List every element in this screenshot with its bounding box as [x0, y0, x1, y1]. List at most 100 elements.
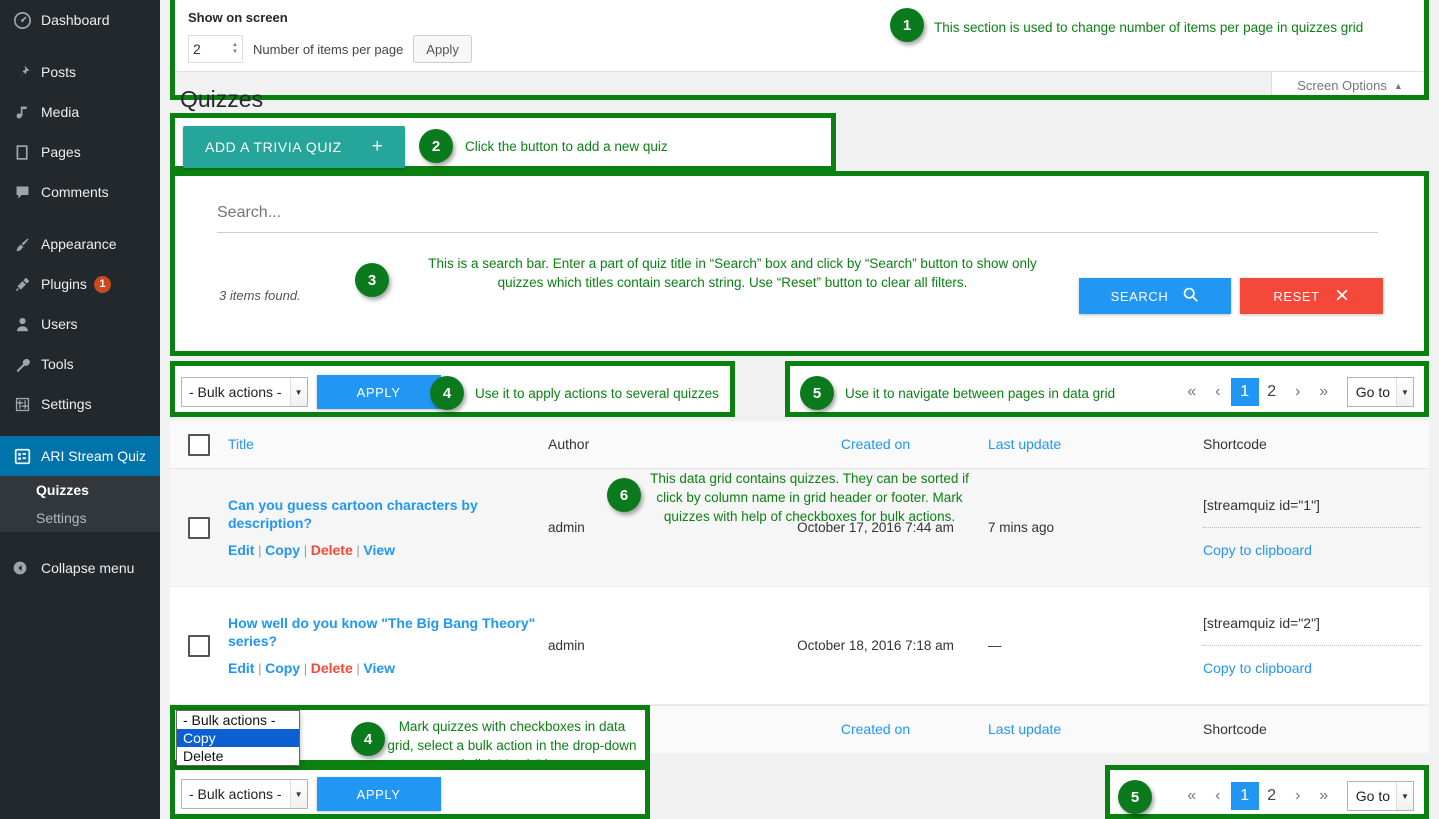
sidebar-item-label: Pages	[41, 144, 81, 160]
brush-icon	[12, 234, 32, 254]
pagination-bottom: « ‹ 1 2 › » Go to ▼	[1179, 781, 1414, 811]
pagination-prev-button[interactable]: ‹	[1205, 378, 1231, 406]
bulk-option-none[interactable]: - Bulk actions -	[177, 711, 299, 729]
row-shortcode-value: [streamquiz id="2"]	[1203, 615, 1320, 631]
row-action-copy[interactable]: Copy	[265, 660, 300, 676]
search-input[interactable]	[217, 200, 1378, 233]
pagination-page-2[interactable]: 2	[1259, 378, 1285, 406]
sidebar-item-pages[interactable]: Pages	[0, 132, 160, 172]
column-footer-last-update[interactable]: Last update	[988, 721, 1203, 739]
sidebar-item-appearance[interactable]: Appearance	[0, 224, 160, 264]
bulk-apply-button-bottom[interactable]: APPLY	[316, 777, 441, 811]
search-button[interactable]: SEARCH	[1079, 278, 1231, 314]
column-header-last-update[interactable]: Last update	[988, 436, 1203, 454]
pagination-first-button[interactable]: «	[1179, 378, 1205, 406]
sidebar-item-users[interactable]: Users	[0, 304, 160, 344]
user-icon	[12, 314, 32, 334]
annotation-box-5-bottom: 5 « ‹ 1 2 › » Go to ▼	[1105, 765, 1429, 819]
search-card: 3 items found. SEARCH RESET 3 This is a …	[175, 176, 1424, 351]
row-action-delete[interactable]: Delete	[311, 660, 353, 676]
row-action-delete[interactable]: Delete	[311, 542, 353, 558]
column-header-shortcode-label: Shortcode	[1203, 435, 1267, 452]
goto-page-select[interactable]: Go to ▼	[1346, 781, 1414, 811]
dashboard-icon	[12, 10, 32, 30]
bulk-actions-select-bottom[interactable]: - Bulk actions - ▼	[181, 779, 308, 809]
quiz-title-link[interactable]: How well do you know "The Big Bang Theor…	[228, 615, 535, 649]
bulk-option-copy[interactable]: Copy	[177, 729, 299, 747]
annotation-marker-5-top: 5	[800, 376, 834, 410]
pagination-page-2[interactable]: 2	[1259, 782, 1285, 810]
select-all-checkbox[interactable]	[188, 433, 210, 456]
row-action-view[interactable]: View	[363, 660, 395, 676]
annotation-text-4-top: Use it to apply actions to several quizz…	[475, 386, 719, 401]
annotation-marker-4-bottom: 4	[351, 722, 385, 756]
close-icon	[1334, 287, 1350, 306]
annotation-text-6: This data grid contains quizzes. They ca…	[650, 471, 969, 524]
goto-page-select[interactable]: Go to ▼	[1346, 377, 1414, 407]
sidebar-item-posts[interactable]: Posts	[0, 52, 160, 92]
pagination-page-1[interactable]: 1	[1230, 378, 1259, 406]
sidebar-item-tools[interactable]: Tools	[0, 344, 160, 384]
row-select-checkbox[interactable]	[188, 516, 210, 539]
chevron-down-icon: ▼	[289, 780, 307, 808]
bulk-actions-dropdown-open[interactable]: - Bulk actions - Copy Delete	[176, 710, 300, 766]
sidebar-subitem-quizzes[interactable]: Quizzes	[0, 476, 160, 504]
row-author: admin	[548, 638, 585, 653]
chevron-down-icon: ▼	[289, 378, 307, 406]
search-icon	[1182, 286, 1199, 306]
annotation-marker-4-top: 4	[430, 376, 464, 410]
bulk-actions-select-top[interactable]: - Bulk actions - ▼	[181, 377, 308, 407]
collapse-menu-button[interactable]: Collapse menu	[0, 548, 160, 588]
pagination-first-button[interactable]: «	[1179, 782, 1205, 810]
row-action-edit[interactable]: Edit	[228, 660, 254, 676]
sidebar-item-comments[interactable]: Comments	[0, 172, 160, 212]
pagination-last-button[interactable]: »	[1311, 378, 1337, 406]
bulk-actions-toolbar-top: - Bulk actions - ▼ APPLY	[181, 375, 441, 409]
row-select-checkbox[interactable]	[188, 634, 210, 657]
annotation-box-3: 3 items found. SEARCH RESET 3 This is a …	[170, 171, 1429, 356]
media-icon	[12, 102, 32, 122]
sidebar-item-dashboard[interactable]: Dashboard	[0, 0, 160, 40]
annotation-marker-3: 3	[355, 263, 389, 297]
annotation-box-bulk-bottom: - Bulk actions - ▼ APPLY	[170, 765, 650, 819]
quiz-title-link[interactable]: Can you guess cartoon characters by desc…	[228, 497, 478, 531]
pagination-page-1[interactable]: 1	[1230, 782, 1259, 810]
sidebar-divider	[0, 424, 160, 436]
pagination-prev-button[interactable]: ‹	[1205, 782, 1231, 810]
sidebar-item-settings[interactable]: Settings	[0, 384, 160, 424]
grid-icon	[12, 446, 32, 466]
pagination-next-button[interactable]: ›	[1285, 378, 1311, 406]
column-header-title[interactable]: Title	[228, 436, 548, 454]
annotation-marker-5-bottom: 5	[1118, 780, 1152, 814]
row-action-copy[interactable]: Copy	[265, 542, 300, 558]
row-action-view[interactable]: View	[363, 542, 395, 558]
goto-page-label: Go to	[1355, 384, 1390, 400]
row-shortcode-value: [streamquiz id="1"]	[1203, 497, 1320, 513]
copy-to-clipboard-link[interactable]: Copy to clipboard	[1203, 542, 1429, 558]
comments-icon	[12, 182, 32, 202]
annotation-text-2: Click the button to add a new quiz	[465, 139, 668, 154]
pagination-last-button[interactable]: »	[1311, 782, 1337, 810]
pages-icon	[12, 142, 32, 162]
column-footer-created-on-label: Created on	[840, 720, 911, 737]
sidebar-subitem-settings[interactable]: Settings	[0, 504, 160, 532]
row-title-cell: How well do you know "The Big Bang Theor…	[228, 615, 548, 676]
sidebar-item-label: Tools	[41, 356, 74, 372]
annotation-box-2: ADD A TRIVIA QUIZ + 2 Click the button t…	[170, 113, 836, 171]
row-action-edit[interactable]: Edit	[228, 542, 254, 558]
column-footer-created-on[interactable]: Created on	[763, 721, 988, 739]
sidebar-subitem-label: Quizzes	[36, 482, 89, 498]
bulk-option-delete[interactable]: Delete	[177, 747, 299, 765]
copy-to-clipboard-link[interactable]: Copy to clipboard	[1203, 660, 1429, 676]
reset-button[interactable]: RESET	[1240, 278, 1383, 314]
sidebar-item-media[interactable]: Media	[0, 92, 160, 132]
bulk-apply-button-top[interactable]: APPLY	[316, 375, 441, 409]
row-title-cell: Can you guess cartoon characters by desc…	[228, 497, 548, 558]
sidebar-item-plugins[interactable]: Plugins 1	[0, 264, 160, 304]
pagination-next-button[interactable]: ›	[1285, 782, 1311, 810]
add-trivia-quiz-button[interactable]: ADD A TRIVIA QUIZ +	[183, 126, 406, 168]
column-header-shortcode: Shortcode	[1203, 436, 1429, 454]
column-header-created-on[interactable]: Created on	[763, 436, 988, 454]
sidebar-item-ari-stream-quiz[interactable]: ARI Stream Quiz	[0, 436, 160, 476]
annotation-text-3: This is a search bar. Enter a part of qu…	[428, 256, 1037, 290]
